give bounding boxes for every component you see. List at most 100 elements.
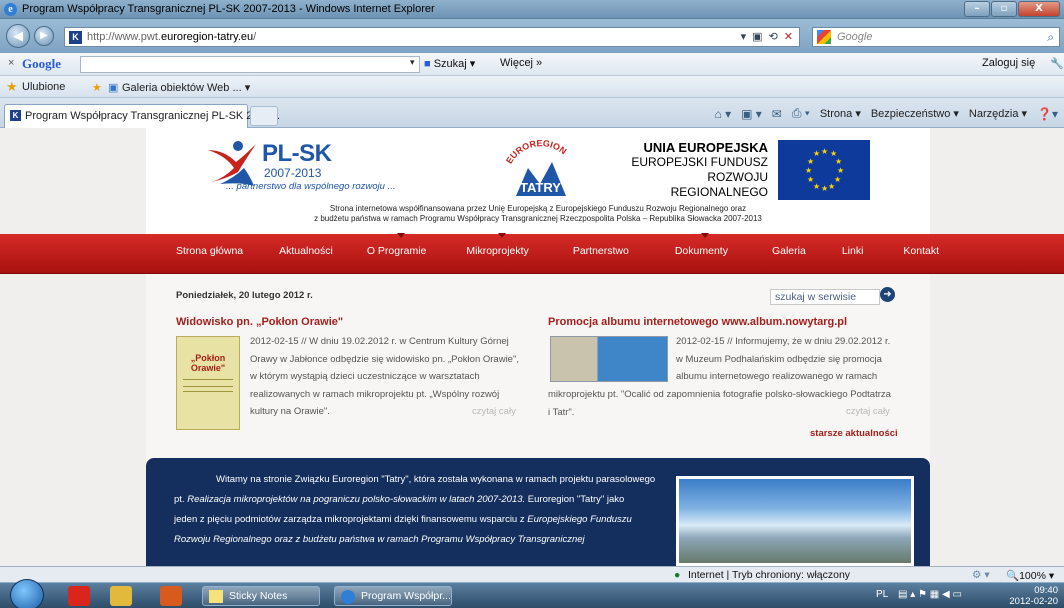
google-search-button[interactable]: ■ Szukaj ▾: [424, 57, 475, 70]
browser-window: e Program Współpracy Transgranicznej PL-…: [0, 0, 1064, 608]
clock[interactable]: 09:40 2012-02-20: [1009, 585, 1058, 607]
taskbar-ie[interactable]: Program Współpr...: [334, 586, 452, 606]
home-icon[interactable]: ⌂ ▾: [714, 107, 731, 121]
dropdown-icon[interactable]: ▾: [410, 57, 415, 68]
news-image-caption-1: „Pokłon Orawie": [190, 353, 226, 373]
tab-favicon: K: [10, 110, 21, 121]
menu-mikroprojekty[interactable]: Mikroprojekty: [466, 233, 529, 257]
taskbar: Sticky Notes Program Współpr... PL ▤ ▴ ⚑…: [0, 579, 1064, 608]
news-title-1[interactable]: Widowisko pn. „Pokłon Orawie": [176, 316, 343, 328]
cofinance-line-2: z budżetu państwa w ramach Programu Wspó…: [314, 214, 762, 223]
news-title-2[interactable]: Promocja albumu internetowego www.album.…: [548, 316, 847, 328]
site-favicon: K: [69, 31, 82, 44]
start-button[interactable]: [10, 579, 44, 608]
site-search-input[interactable]: szukaj w serwisie: [770, 289, 880, 305]
ie-icon: [341, 590, 355, 604]
forward-button[interactable]: ▶: [34, 26, 54, 46]
news-1-line: 2012-02-15 // W dniu 19.02.2012 r. w Cen…: [250, 336, 509, 347]
welcome-panel: Witamy na stronie Związku Euroregion "Ta…: [146, 458, 930, 566]
menu-strona-glowna[interactable]: Strona główna: [176, 245, 243, 257]
svg-text:★: ★: [807, 157, 814, 166]
tab-active[interactable]: K Program Współpracy Transgranicznej PL-…: [4, 104, 280, 128]
language-indicator[interactable]: PL: [876, 589, 888, 600]
security-menu[interactable]: Bezpieczeństwo ▾: [871, 107, 959, 120]
search-placeholder: Google: [837, 31, 873, 43]
tray-icons[interactable]: ▤ ▴ ⚑ ▦ ◀ ▭: [898, 589, 962, 600]
help-icon[interactable]: ❓▾: [1037, 107, 1058, 121]
site-search-go-icon[interactable]: ➜: [880, 287, 895, 302]
svg-text:★: ★: [837, 166, 844, 175]
site-header: PL-SK 2007-2013 ... partnerstwo dla wspó…: [146, 128, 930, 234]
stop-icon[interactable]: ✕: [784, 30, 793, 43]
google-logo: Google: [22, 56, 61, 71]
news-2-line: mikroprojektu pt. "Ocalić od zapomnienia…: [548, 389, 891, 400]
search-box[interactable]: Google ⌕: [812, 27, 1060, 47]
news-image-1[interactable]: „Pokłon Orawie": [176, 336, 240, 430]
menu-o-programie[interactable]: O Programie: [367, 233, 426, 257]
favorites-button[interactable]: Ulubione: [22, 81, 65, 93]
acrobat-icon[interactable]: [68, 586, 90, 606]
read-more-link-1[interactable]: czytaj cały: [472, 406, 516, 417]
back-button[interactable]: ◀: [6, 24, 30, 48]
more-button[interactable]: Więcej »: [500, 57, 542, 69]
zoom-level[interactable]: 🔍100% ▾: [1006, 569, 1054, 582]
google-icon: [817, 30, 831, 44]
zone-status[interactable]: Internet | Tryb chroniony: włączony: [688, 569, 850, 581]
older-news-link[interactable]: starsze aktualności: [810, 428, 898, 439]
close-button[interactable]: X: [1018, 1, 1060, 17]
add-favorite-icon[interactable]: ★: [92, 81, 102, 94]
news-2-line: i Tatr".: [548, 406, 575, 418]
login-link[interactable]: Zaloguj się: [982, 57, 1035, 69]
tools-menu[interactable]: Narzędzia ▾: [969, 107, 1027, 120]
print-icon[interactable]: ⎙ ▾: [792, 106, 810, 121]
address-bar[interactable]: K http://www.pwt.euroregion-tatry.eu/ ▾ …: [64, 27, 800, 47]
menu-galeria[interactable]: Galeria: [772, 245, 806, 257]
clock-time: 09:40: [1034, 585, 1058, 596]
media-player-icon[interactable]: [160, 586, 182, 606]
news-image-2[interactable]: [550, 336, 668, 382]
read-more-link-2[interactable]: czytaj cały: [846, 406, 890, 417]
tab-title: Program Współpracy Transgranicznej PL-SK…: [25, 110, 280, 122]
gallery-link[interactable]: Galeria obiektów Web ... ▾: [122, 81, 250, 94]
svg-text:★: ★: [835, 157, 842, 166]
page-menu[interactable]: Strona ▾: [820, 107, 861, 120]
news-2-line: 2012-02-15 // Informujemy, że w dniu 29.…: [676, 336, 891, 347]
google-search-input[interactable]: [80, 56, 420, 73]
explorer-icon[interactable]: [110, 586, 132, 606]
maximize-button[interactable]: ▫: [991, 1, 1017, 17]
mail-icon[interactable]: ✉: [772, 107, 782, 121]
refresh-icon[interactable]: ⟲: [769, 30, 778, 43]
tatry-word: TATRY: [520, 180, 561, 195]
news-2-line: w Muzeum Podhalańskim odbędzie się promo…: [676, 353, 882, 365]
mountain-photo: [676, 476, 914, 566]
window-title: Program Współpracy Transgranicznej PL-SK…: [22, 3, 435, 15]
cofinance-line-1: Strona internetowa współfinansowana prze…: [329, 204, 747, 213]
news-2-line: albumu internetowego realizowanego w ram…: [676, 371, 878, 382]
menu-partnerstwo[interactable]: Partnerstwo: [573, 245, 629, 257]
web-slice-icon: ▣: [108, 82, 119, 94]
wrench-icon[interactable]: 🔧: [1050, 57, 1064, 70]
svg-text:★: ★: [805, 166, 812, 175]
url-text[interactable]: http://www.pwt.euroregion-tatry.eu/: [87, 31, 256, 43]
dropdown-icon[interactable]: ▾: [741, 30, 747, 43]
news-1-line: Orawy w Jabłonce odbędzie się widowisko …: [250, 353, 519, 365]
welcome-line: jeden z pięciu podmiotów zarządza mikrop…: [174, 514, 632, 525]
google-toolbar: × Google ▾ ■ Szukaj ▾ Więcej » Zaloguj s…: [0, 53, 1064, 76]
welcome-line: Witamy na stronie Związku Euroregion "Ta…: [216, 474, 656, 485]
search-icon[interactable]: ⌕: [1047, 30, 1054, 45]
close-toolbar-icon[interactable]: ×: [8, 57, 14, 69]
add-ons-icon[interactable]: ⚙ ▾: [972, 569, 990, 581]
euroregion-tatry-logo: EUROREGION TATRY: [504, 138, 568, 196]
menu-kontakt[interactable]: Kontakt: [903, 245, 939, 257]
menu-linki[interactable]: Linki: [842, 245, 864, 257]
compatibility-icon[interactable]: ▣: [752, 30, 762, 43]
menu-aktualnosci[interactable]: Aktualności: [279, 245, 333, 257]
new-tab-button[interactable]: [250, 106, 278, 126]
status-bar: ● Internet | Tryb chroniony: włączony ⚙ …: [0, 566, 1064, 582]
minimize-button[interactable]: –: [964, 1, 990, 17]
cofinance-note: Strona internetowa współfinansowana prze…: [206, 204, 870, 224]
menu-dokumenty[interactable]: Dokumenty: [675, 233, 728, 257]
main-menu: Strona główna Aktualności O Programie Mi…: [176, 233, 939, 257]
taskbar-sticky-notes[interactable]: Sticky Notes: [202, 586, 320, 606]
feeds-icon[interactable]: ▣ ▾: [741, 107, 762, 121]
